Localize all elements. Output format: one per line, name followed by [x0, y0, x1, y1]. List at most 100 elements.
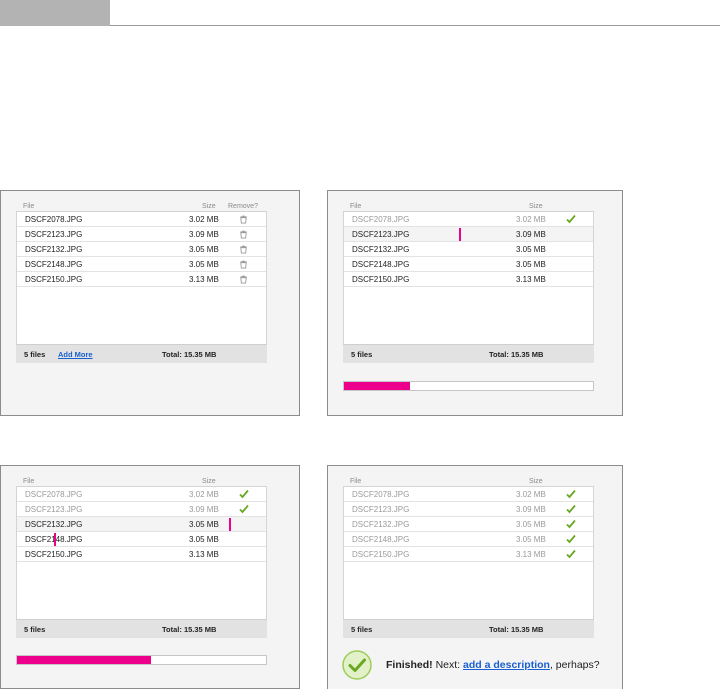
- file-size: 3.05 MB: [516, 535, 546, 544]
- file-name: DSCF2150.JPG: [352, 550, 410, 559]
- file-name: DSCF2150.JPG: [25, 275, 83, 284]
- file-row: DSCF2150.JPG 3.13 MB: [344, 272, 593, 287]
- upload-progress-bar: [16, 655, 267, 665]
- file-row: DSCF2123.JPG 3.09 MB: [344, 502, 593, 517]
- total-size: Total: 15.35 MB: [162, 625, 217, 634]
- file-name: DSCF2123.JPG: [352, 230, 410, 239]
- file-size: 3.09 MB: [516, 230, 546, 239]
- file-name: DSCF2148.JPG: [352, 260, 410, 269]
- list-footer: 5 files Total: 15.35 MB: [16, 619, 267, 638]
- checkmark-icon: [239, 504, 249, 514]
- file-size: 3.13 MB: [516, 275, 546, 284]
- trash-icon[interactable]: [239, 275, 248, 284]
- file-column-header: File: [350, 478, 362, 485]
- finished-message: Finished! Next: add a description, perha…: [342, 650, 622, 680]
- checkmark-icon: [566, 489, 576, 499]
- file-name: DSCF2078.JPG: [25, 490, 83, 499]
- file-row: DSCF2150.JPG 3.13 MB: [344, 547, 593, 562]
- file-size: 3.02 MB: [516, 215, 546, 224]
- file-name: DSCF2078.JPG: [352, 490, 410, 499]
- finished-label: Finished!: [386, 659, 433, 671]
- file-name: DSCF2123.JPG: [352, 505, 410, 514]
- upload-panel-ready: File Size Remove? DSCF2078.JPG 3.02 MB D…: [0, 190, 300, 416]
- checkmark-icon: [566, 534, 576, 544]
- file-name: DSCF2148.JPG: [352, 535, 410, 544]
- total-size: Total: 15.35 MB: [162, 350, 217, 359]
- file-column-header: File: [350, 203, 362, 210]
- file-list: DSCF2078.JPG 3.02 MB DSCF2123.JPG 3.09 M…: [343, 211, 594, 363]
- file-size: 3.13 MB: [189, 275, 219, 284]
- file-size: 3.05 MB: [516, 260, 546, 269]
- file-row: DSCF2150.JPG 3.13 MB: [17, 272, 266, 287]
- file-row: DSCF2148.JPG 3.05 MB: [17, 532, 266, 547]
- file-row: DSCF2132.JPG 3.05 MB: [17, 517, 266, 532]
- upload-progress-fill: [17, 656, 152, 664]
- upload-marker: [229, 518, 231, 531]
- file-row: DSCF2132.JPG 3.05 MB: [17, 242, 266, 257]
- file-name: DSCF2150.JPG: [25, 550, 83, 559]
- file-size: 3.13 MB: [189, 550, 219, 559]
- file-name: DSCF2078.JPG: [352, 215, 410, 224]
- upload-panel-progress-2: File Size DSCF2078.JPG 3.02 MB DSCF2123.…: [0, 465, 300, 689]
- upload-panel-finished: File Size DSCF2078.JPG 3.02 MB DSCF2123.…: [327, 465, 623, 689]
- file-row: DSCF2078.JPG 3.02 MB: [17, 487, 266, 502]
- file-size: 3.05 MB: [189, 535, 219, 544]
- upload-marker: [459, 228, 461, 241]
- checkmark-icon: [239, 489, 249, 499]
- file-name: DSCF2148.JPG: [25, 260, 83, 269]
- top-tab: [0, 0, 110, 26]
- file-row: DSCF2123.JPG 3.09 MB: [17, 502, 266, 517]
- file-row: DSCF2150.JPG 3.13 MB: [17, 547, 266, 562]
- upload-progress-bar: [343, 381, 594, 391]
- file-row: DSCF2148.JPG 3.05 MB: [17, 257, 266, 272]
- file-list: DSCF2078.JPG 3.02 MB DSCF2123.JPG 3.09 M…: [16, 486, 267, 638]
- trash-icon[interactable]: [239, 230, 248, 239]
- add-more-link[interactable]: Add More: [58, 350, 93, 359]
- list-footer: 5 files Total: 15.35 MB: [343, 344, 594, 363]
- size-column-header: Size: [529, 203, 543, 210]
- file-row: DSCF2148.JPG 3.05 MB: [344, 532, 593, 547]
- checkmark-icon: [566, 504, 576, 514]
- file-size: 3.05 MB: [189, 245, 219, 254]
- add-description-link[interactable]: add a description: [463, 659, 550, 671]
- file-row: DSCF2078.JPG 3.02 MB: [344, 487, 593, 502]
- upload-panel-progress-1: File Size DSCF2078.JPG 3.02 MB DSCF2123.…: [327, 190, 623, 416]
- drag-marker: [54, 533, 56, 546]
- checkmark-icon: [566, 214, 576, 224]
- file-name: DSCF2132.JPG: [352, 245, 410, 254]
- file-size: 3.05 MB: [516, 520, 546, 529]
- upload-progress-fill: [344, 382, 410, 390]
- file-row: DSCF2148.JPG 3.05 MB: [344, 257, 593, 272]
- size-column-header: Size: [202, 203, 216, 210]
- file-size: 3.05 MB: [516, 245, 546, 254]
- file-count: 5 files: [24, 350, 46, 359]
- upload-states-figure: File Size Remove? DSCF2078.JPG 3.02 MB D…: [0, 0, 720, 689]
- file-row: DSCF2123.JPG 3.09 MB: [17, 227, 266, 242]
- trash-icon[interactable]: [239, 215, 248, 224]
- file-row: DSCF2078.JPG 3.02 MB: [344, 212, 593, 227]
- file-size: 3.05 MB: [189, 520, 219, 529]
- top-rule: [110, 25, 720, 26]
- file-size: 3.09 MB: [189, 505, 219, 514]
- file-name: DSCF2078.JPG: [25, 215, 83, 224]
- file-size: 3.02 MB: [189, 490, 219, 499]
- success-check-icon: [342, 650, 372, 680]
- file-size: 3.09 MB: [516, 505, 546, 514]
- next-label: Next:: [435, 659, 461, 671]
- file-size: 3.02 MB: [516, 490, 546, 499]
- trash-icon[interactable]: [239, 245, 248, 254]
- file-column-header: File: [23, 478, 35, 485]
- file-count: 5 files: [351, 625, 373, 634]
- file-size: 3.13 MB: [516, 550, 546, 559]
- file-row: DSCF2123.JPG 3.09 MB: [344, 227, 593, 242]
- file-list: DSCF2078.JPG 3.02 MB DSCF2123.JPG 3.09 M…: [16, 211, 267, 363]
- trash-icon[interactable]: [239, 260, 248, 269]
- list-footer: 5 files Add More Total: 15.35 MB: [16, 344, 267, 363]
- file-row: DSCF2132.JPG 3.05 MB: [344, 242, 593, 257]
- finished-suffix: , perhaps?: [549, 659, 600, 671]
- file-name: DSCF2123.JPG: [25, 505, 83, 514]
- file-count: 5 files: [24, 625, 46, 634]
- finished-text: Finished! Next: add a description, perha…: [386, 659, 600, 671]
- file-name: DSCF2132.JPG: [25, 245, 83, 254]
- list-footer: 5 files Total: 15.35 MB: [343, 619, 594, 638]
